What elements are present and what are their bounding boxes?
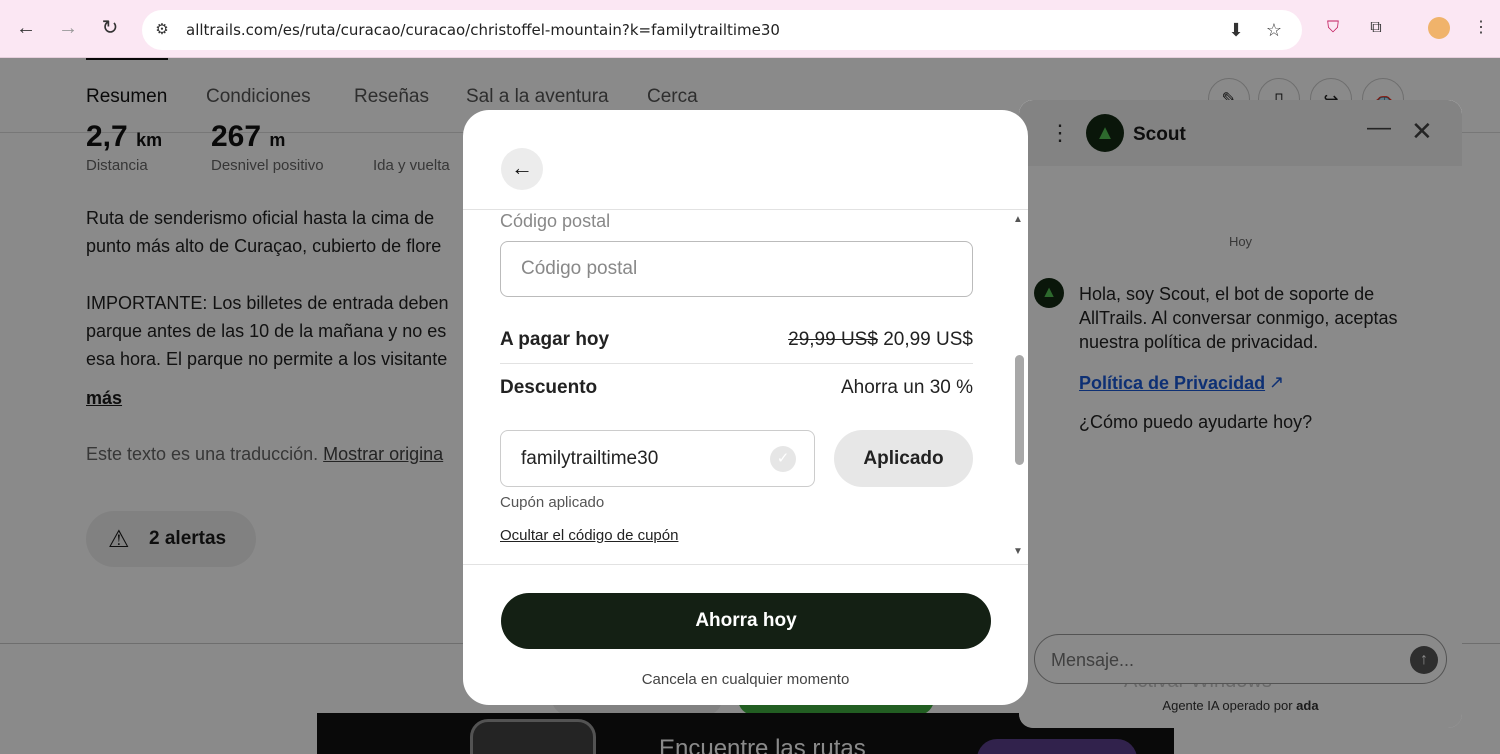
save-today-button[interactable]: Ahorra hoy [501, 593, 991, 649]
back-icon[interactable]: ← [14, 16, 38, 40]
discount-value: Ahorra un 30 % [840, 377, 973, 398]
browser-toolbar: ← → ↻ ⚙ alltrails.com/es/ruta/curacao/cu… [0, 0, 1500, 58]
reload-icon[interactable]: ↻ [98, 16, 122, 40]
scout-dim-overlay [1019, 100, 1462, 728]
modal-footer-divider [463, 564, 1028, 565]
coupon-input[interactable]: familytrailtime30 ✓ [500, 430, 815, 487]
address-bar[interactable]: ⚙ alltrails.com/es/ruta/curacao/curacao/… [142, 10, 1302, 50]
menu-dots-icon[interactable]: ⋮ [1470, 17, 1492, 39]
checkout-modal: ← Código postal A pagar hoy 29,99 US$ 20… [463, 110, 1028, 705]
scroll-down-arrow-icon[interactable]: ▼ [1013, 546, 1023, 557]
extensions-puzzle-icon[interactable]: ⧉ [1365, 17, 1387, 39]
pay-today-label: A pagar hoy [500, 329, 610, 350]
new-price: 20,99 US$ [883, 329, 973, 350]
postal-code-label: Código postal [500, 211, 611, 231]
install-app-icon[interactable]: ⬇ [1225, 19, 1247, 41]
applied-button[interactable]: Aplicado [834, 430, 973, 487]
modal-header-divider [463, 209, 1028, 210]
coupon-applied-text: Cupón aplicado [500, 494, 605, 511]
url-text[interactable]: alltrails.com/es/ruta/curacao/curacao/ch… [186, 21, 780, 39]
profile-avatar-icon[interactable] [1428, 17, 1450, 39]
bookmark-star-icon[interactable]: ☆ [1263, 19, 1285, 41]
scroll-up-arrow-icon[interactable]: ▲ [1013, 214, 1023, 225]
hide-coupon-link[interactable]: Ocultar el código de cupón [500, 527, 678, 544]
scrollbar-thumb[interactable] [1015, 355, 1024, 465]
check-icon: ✓ [770, 446, 796, 472]
postal-code-input[interactable] [500, 241, 973, 297]
cancel-anytime-note: Cancela en cualquier momento [641, 671, 850, 688]
site-settings-icon[interactable]: ⚙ [152, 20, 172, 40]
discount-label: Descuento [500, 377, 598, 398]
coupon-code: familytrailtime30 [521, 448, 659, 469]
price: 29,99 US$ 20,99 US$ [788, 329, 973, 351]
shield-extension-icon[interactable]: ⛉ [1322, 17, 1344, 39]
row-divider [500, 363, 973, 364]
old-price: 29,99 US$ [788, 329, 878, 350]
back-arrow-icon[interactable]: ← [501, 148, 543, 190]
forward-icon[interactable]: → [56, 16, 80, 40]
